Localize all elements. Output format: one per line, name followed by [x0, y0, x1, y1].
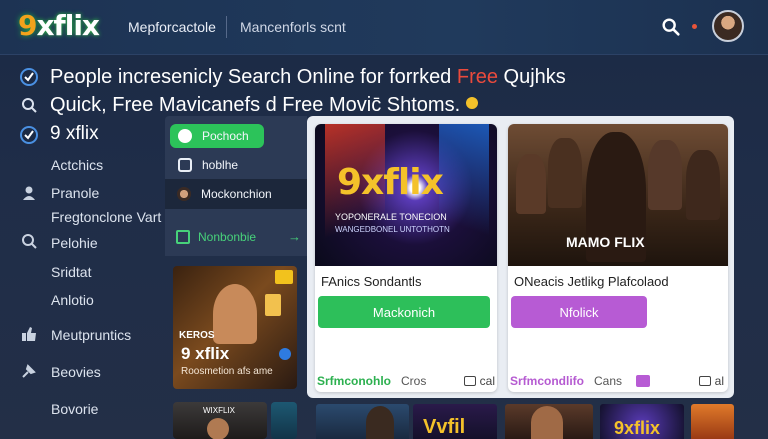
nav-link-primary[interactable]: Mepforcactole — [128, 19, 216, 35]
smile-icon — [465, 97, 478, 109]
sidebar-item[interactable]: Anlotio — [51, 292, 94, 308]
notification-dot-icon[interactable] — [692, 24, 697, 29]
badge-icon — [275, 270, 293, 284]
category-item-selected[interactable]: Mockonchion — [165, 179, 307, 209]
avatar-icon — [177, 187, 191, 201]
card-title: FAnics Sondantls — [321, 274, 422, 289]
nav-link-secondary[interactable]: Mancenforls scnt — [240, 19, 346, 35]
pin-icon — [22, 364, 36, 378]
movie-thumbnail[interactable]: KEROS 9 xflix Roosmetion afs ame — [173, 266, 297, 389]
watch-button[interactable]: Nfolick — [511, 296, 647, 328]
check-circle-icon[interactable] — [20, 126, 38, 144]
movie-thumbnail[interactable]: 9xflix — [600, 404, 684, 439]
sidebar-item[interactable]: Pranole — [51, 185, 99, 201]
movie-thumbnail[interactable] — [316, 404, 409, 439]
movie-card[interactable]: 9xflix YOPONERALE TONECION WANGEDBONEL U… — [315, 124, 497, 392]
thumbs-up-icon — [22, 327, 36, 341]
category-item[interactable]: hoblhe — [170, 153, 306, 177]
movie-thumbnail[interactable]: Vvfil — [413, 404, 497, 439]
screen-icon — [698, 376, 711, 386]
card-title: ONeacis Jetlikg Plafcolaod — [514, 274, 669, 289]
sidebar-item[interactable]: Actchics — [51, 157, 103, 173]
movie-thumbnail[interactable] — [271, 402, 297, 439]
headline-line-1: People incresenicly Search Online for fo… — [50, 66, 566, 88]
screen-icon — [463, 376, 476, 386]
logo-nine: 9 — [18, 9, 38, 42]
headline-line-2: Quick, Free Mavicanefs d Free Movic̄ Sht… — [50, 94, 478, 117]
verified-icon — [279, 348, 291, 360]
screen-icon[interactable] — [636, 375, 651, 387]
movie-thumbnail[interactable]: WIXFLIX — [173, 402, 267, 439]
top-bar: 9xflix Mepforcactole Mancenforls scnt — [0, 0, 768, 55]
sidebar-item[interactable]: Beovies — [51, 364, 101, 380]
square-icon — [178, 158, 192, 172]
sidebar-item[interactable]: Fregtonclone Vart — [51, 209, 161, 225]
movie-poster[interactable]: 9xflix YOPONERALE TONECION WANGEDBONEL U… — [315, 124, 497, 266]
circle-icon — [178, 129, 192, 143]
avatar[interactable] — [712, 10, 744, 42]
sidebar-item[interactable]: Pelohie — [51, 235, 98, 251]
user-icon — [23, 186, 35, 200]
logo[interactable]: 9xflix — [18, 9, 100, 42]
category-toggle[interactable]: Nonbonbie — [176, 230, 256, 244]
movie-card[interactable]: MAMO FLIX ONeacis Jetlikg Plafcolaod Nfo… — [508, 124, 728, 392]
search-icon[interactable] — [20, 96, 38, 114]
checkbox-icon — [176, 230, 190, 244]
sidebar-item[interactable]: Sridtat — [51, 264, 91, 280]
card-footer: Srfmcondlifo Cans al — [510, 374, 724, 388]
sidebar-item[interactable]: Meutpruntics — [51, 327, 131, 343]
movie-poster[interactable]: MAMO FLIX — [508, 124, 728, 266]
movie-thumbnail[interactable] — [691, 404, 734, 439]
card-footer: Srfmconohlo Cros cal — [317, 374, 495, 388]
search-icon[interactable] — [660, 16, 682, 38]
check-circle-icon[interactable] — [20, 68, 38, 86]
category-item-active[interactable]: Pochoch — [170, 124, 264, 148]
sidebar-item[interactable]: Bovorie — [51, 401, 98, 417]
search-icon — [22, 234, 37, 249]
watch-button[interactable]: Mackonich — [318, 296, 490, 328]
sidebar-brand[interactable]: 9 xflix — [50, 123, 99, 145]
logo-wordmark: xflix — [36, 9, 99, 42]
nav-divider — [226, 16, 227, 38]
movie-thumbnail[interactable] — [505, 404, 593, 439]
arrow-icon[interactable]: → — [288, 229, 301, 244]
